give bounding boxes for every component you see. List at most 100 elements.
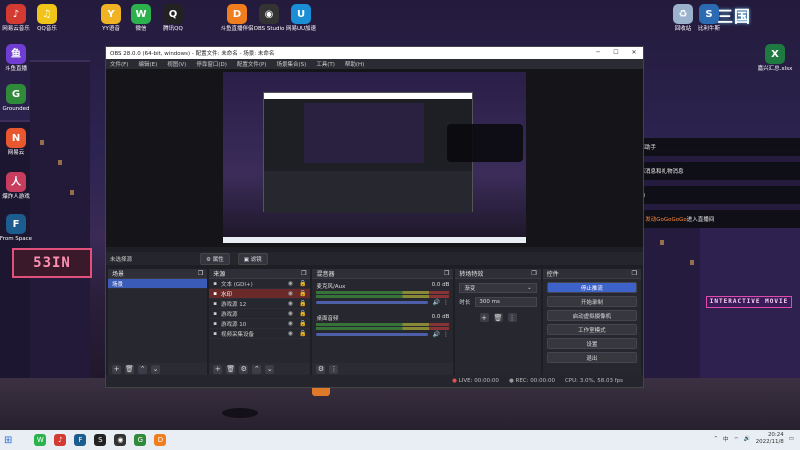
eye-icon[interactable]: ◉	[288, 310, 293, 317]
obs-taskbar-icon[interactable]: ◉	[114, 434, 127, 446]
more-icon[interactable]: ⋮	[443, 331, 449, 338]
desktop-icon[interactable]: G Grounded	[0, 84, 39, 113]
control-button[interactable]: 开始录制	[546, 296, 637, 307]
desktop-icon[interactable]: Q 腾讯QQ	[150, 4, 196, 33]
clock[interactable]: 20:24 2022/11/8	[756, 432, 784, 446]
context-bar: 未选择源 ⚙ 属性 ▣ 滤镜	[106, 252, 643, 265]
input-method-icon[interactable]: 中	[723, 435, 729, 443]
scenes-footer: + 🗑 ⌃ ⌄	[108, 363, 208, 375]
chevron-up-icon[interactable]: ⌃	[713, 436, 718, 442]
control-button[interactable]: 启动虚拟摄像机	[546, 310, 637, 321]
add-icon[interactable]: +	[112, 364, 121, 374]
menu-item[interactable]: 视图(V)	[167, 60, 186, 68]
control-button[interactable]: 设置	[546, 338, 637, 349]
app-taskbar-icon[interactable]: F	[74, 434, 87, 446]
source-item[interactable]: ▪ 游戏源 ◉ 🔒	[209, 309, 311, 319]
lock-icon[interactable]: 🔒	[299, 330, 306, 337]
menu-item[interactable]: 配置文件(P)	[237, 60, 267, 68]
source-item-controls: ◉ 🔒	[288, 310, 307, 317]
dock-float-icon[interactable]: ❐	[444, 270, 449, 277]
filters-button[interactable]: ▣ 滤镜	[237, 252, 268, 265]
more-icon[interactable]: ⋮	[507, 313, 517, 322]
eye-icon[interactable]: ◉	[288, 300, 293, 307]
desktop-icon[interactable]: X 嘉兴汇总.xlsx	[752, 44, 798, 73]
control-button[interactable]: 工作室模式	[546, 324, 637, 335]
mixer-dock: 混音器 ❐ 麦克风/Aux 0.0 dB 🔊 ⋮ 桌面音频 0.0 dB 🔊 ⋮ ⚙ ⋮	[312, 269, 454, 375]
volume-icon[interactable]: 🔊	[432, 331, 439, 338]
source-item[interactable]: ▪ 文本 (GDI+) ◉ 🔒	[209, 279, 311, 289]
lock-icon[interactable]: 🔒	[299, 290, 306, 297]
desktop-icon[interactable]: S 比利牛斯	[686, 4, 732, 33]
desktop-icon[interactable]: F From Space	[0, 214, 39, 243]
network-icon[interactable]: ⌔	[734, 436, 739, 443]
menu-item[interactable]: 场景集合(S)	[276, 60, 306, 68]
more-icon[interactable]: ⋮	[329, 364, 339, 374]
windows-start-icon[interactable]: ⊞	[4, 435, 12, 446]
minimize-icon[interactable]: ─	[589, 47, 607, 59]
duration-input[interactable]: 300 ms	[475, 297, 537, 307]
menu-item[interactable]: 文件(F)	[110, 60, 128, 68]
desktop-icon[interactable]: 鱼斗鱼直播	[0, 44, 39, 73]
add-icon[interactable]: +	[479, 313, 489, 322]
chevron-down-icon[interactable]: ⌄	[151, 364, 160, 374]
source-item[interactable]: ▪ 游戏源 10 ◉ 🔒	[209, 319, 311, 329]
grounded-taskbar-icon[interactable]: G	[134, 434, 147, 446]
source-item[interactable]: ▪ 游戏源 12 ◉ 🔒	[209, 299, 311, 309]
notification-icon[interactable]: ▭	[789, 436, 794, 442]
eye-icon[interactable]: ◉	[288, 330, 293, 337]
add-icon[interactable]: +	[213, 364, 223, 374]
volume-fader[interactable]	[316, 301, 429, 304]
transition-select[interactable]: 渐变 ⌄	[459, 283, 537, 293]
menu-item[interactable]: 停靠窗口(D)	[196, 60, 227, 68]
scenes-dock: 场景 ❐ 场景 + 🗑 ⌃ ⌄	[108, 269, 208, 375]
volume-icon[interactable]: 🔊	[744, 436, 751, 442]
eye-icon[interactable]: ◉	[288, 290, 293, 297]
menu-item[interactable]: 编辑(E)	[138, 60, 157, 68]
wechat-icon: W	[131, 4, 151, 24]
properties-button[interactable]: ⚙ 属性	[200, 252, 230, 265]
chevron-up-icon[interactable]: ⌃	[252, 364, 262, 374]
dock-float-icon[interactable]: ❐	[301, 270, 306, 277]
desktop-icon[interactable]: ♫ QQ音乐	[24, 4, 70, 33]
chevron-up-icon[interactable]: ⌃	[138, 364, 147, 374]
trash-icon[interactable]: 🗑	[493, 313, 503, 322]
sources-footer: + 🗑 ⚙ ⌃ ⌄	[209, 363, 311, 375]
lock-icon[interactable]: 🔒	[299, 300, 306, 307]
dock-float-icon[interactable]: ❐	[531, 270, 536, 277]
trash-icon[interactable]: 🗑	[125, 364, 134, 374]
gear-icon[interactable]: ⚙	[239, 364, 249, 374]
volume-fader[interactable]	[316, 333, 429, 336]
eye-icon[interactable]: ◉	[288, 280, 293, 287]
desktop-icon[interactable]: U 网易UU加速	[278, 4, 324, 33]
wechat-taskbar-icon[interactable]: W	[34, 434, 47, 446]
trash-icon[interactable]: 🗑	[226, 364, 236, 374]
dock-float-icon[interactable]: ❐	[198, 270, 203, 277]
desktop-icon[interactable]: 人爆炸人游戏	[0, 172, 39, 201]
chevron-down-icon[interactable]: ⌄	[265, 364, 275, 374]
source-item-label: 水印	[220, 291, 232, 298]
douyu-taskbar-icon[interactable]: D	[154, 434, 167, 446]
menu-item[interactable]: 帮助(H)	[345, 60, 364, 68]
desktop-icon[interactable]: N 网易云	[0, 128, 39, 157]
lock-icon[interactable]: 🔒	[299, 320, 306, 327]
maximize-icon[interactable]: ☐	[607, 47, 625, 59]
volume-icon[interactable]: 🔊	[432, 299, 439, 306]
control-button[interactable]: 停止推流	[546, 282, 637, 293]
steam-taskbar-icon[interactable]: S	[94, 434, 107, 446]
scene-item[interactable]: 场景	[108, 279, 208, 289]
gear-icon[interactable]: ⚙	[316, 364, 326, 374]
source-item[interactable]: ▪ 视频采集设备 ◉ 🔒	[209, 329, 311, 339]
menu-item[interactable]: 工具(T)	[316, 60, 335, 68]
preview-area[interactable]	[106, 69, 643, 247]
music-taskbar-icon[interactable]: ♪	[54, 434, 67, 446]
no-source-label: 未选择源	[110, 256, 133, 263]
control-button[interactable]: 退出	[546, 352, 637, 363]
lock-icon[interactable]: 🔒	[299, 310, 306, 317]
close-icon[interactable]: ✕	[625, 47, 643, 59]
lock-icon[interactable]: 🔒	[299, 280, 306, 287]
dock-float-icon[interactable]: ❐	[632, 270, 637, 277]
more-icon[interactable]: ⋮	[443, 299, 449, 306]
source-item[interactable]: ▪ 水印 ◉ 🔒	[209, 289, 311, 299]
window-light	[660, 240, 664, 245]
eye-icon[interactable]: ◉	[288, 320, 293, 327]
